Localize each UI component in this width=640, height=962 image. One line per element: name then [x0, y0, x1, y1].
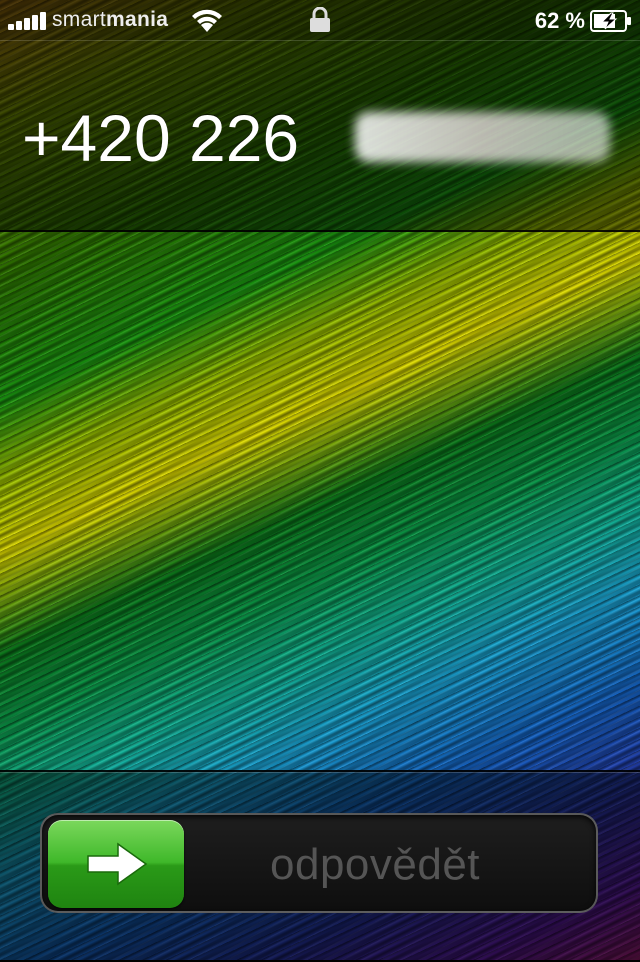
- redacted-number-blur: [355, 112, 610, 162]
- carrier-name-suffix: mania: [106, 8, 169, 31]
- answer-slider-label: odpovědět: [270, 840, 481, 889]
- lock-icon: [309, 6, 331, 38]
- signal-strength-icon: [8, 10, 48, 30]
- caller-number: +420 226: [22, 101, 300, 175]
- battery-charging-icon: [590, 10, 632, 37]
- arrow-right-icon: [87, 842, 148, 886]
- battery-percentage: 62 %: [534, 8, 585, 33]
- status-bar: smartmania 62 %: [0, 0, 640, 40]
- answer-slider-knob[interactable]: [48, 820, 184, 908]
- carrier-name-prefix: smart: [52, 8, 106, 31]
- carrier-name: smartmania: [52, 8, 168, 32]
- wifi-icon: [190, 6, 224, 39]
